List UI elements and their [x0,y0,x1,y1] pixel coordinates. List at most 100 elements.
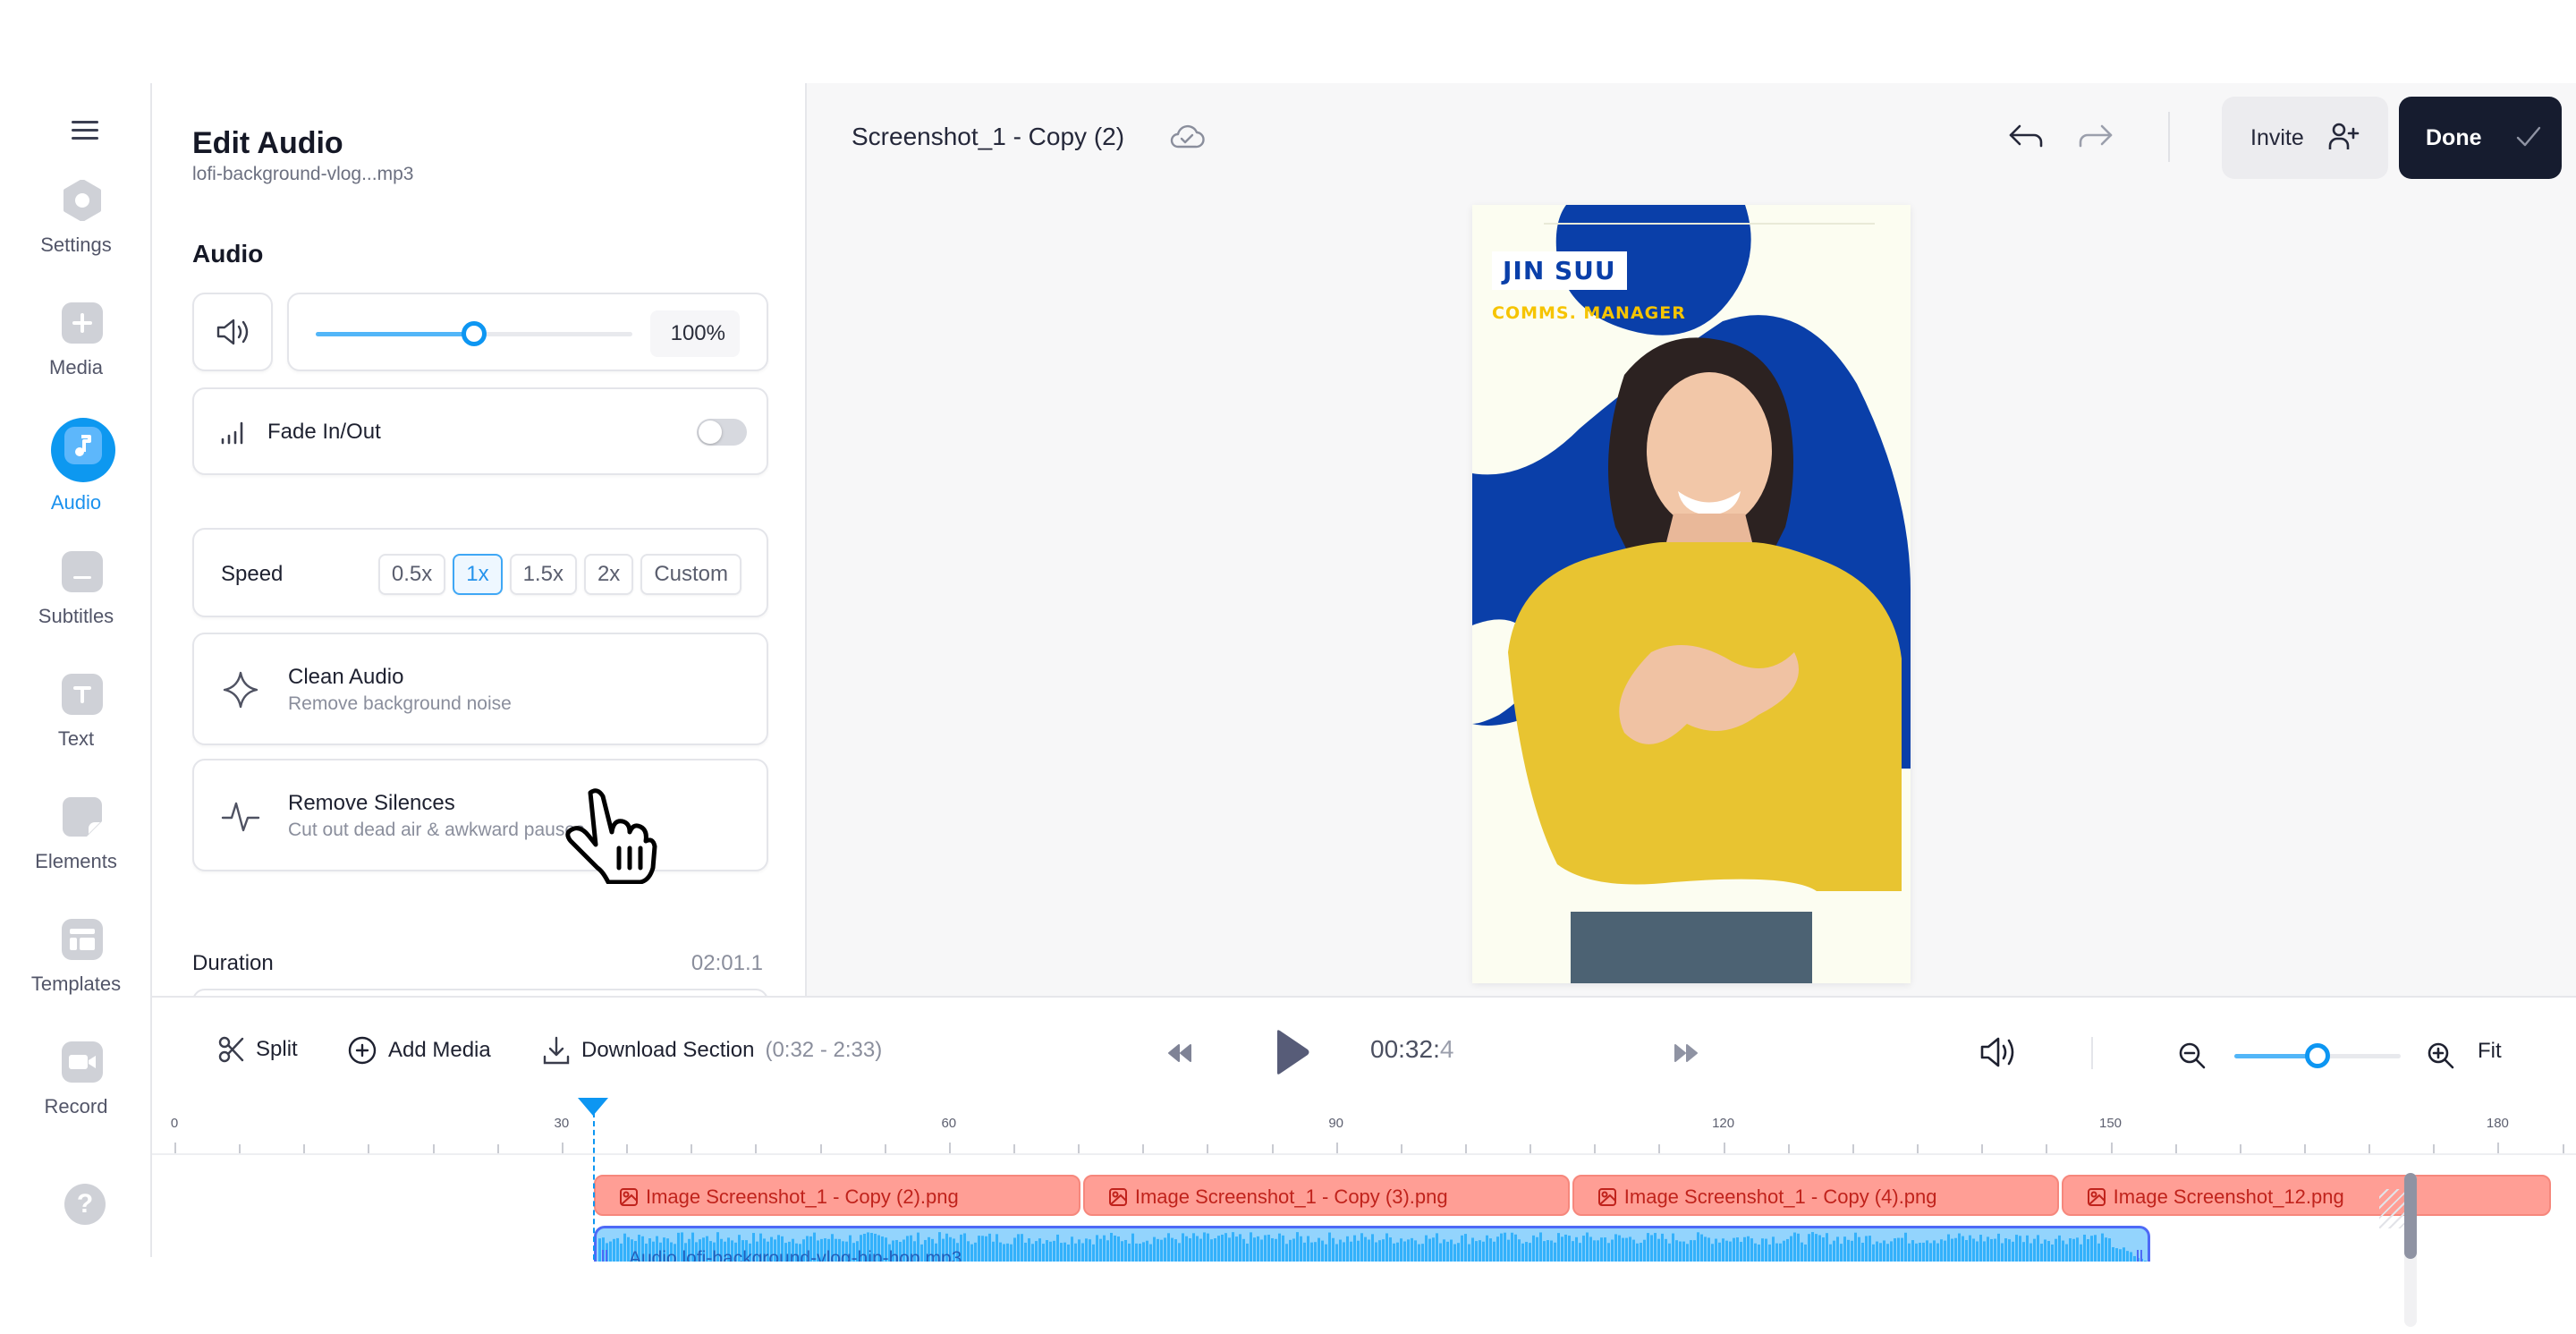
zoom-in-icon[interactable] [2426,1041,2456,1071]
add-media-button[interactable]: Add Media [347,1035,491,1066]
sidebar-item-record[interactable]: Record [0,1041,152,1149]
download-range: (0:32 - 2:33) [765,1038,883,1062]
ruler-tick [2239,1144,2241,1153]
play-icon[interactable] [1272,1028,1311,1076]
hamburger-menu-icon[interactable] [72,121,98,140]
volume-slider-thumb[interactable] [462,321,487,346]
audio-trim-handle-left[interactable] [601,1250,607,1262]
help-icon[interactable]: ? [64,1184,106,1225]
preview-area: Screenshot_1 - Copy (2) Invite Done JIN … [807,83,2576,996]
fast-forward-icon[interactable] [1673,1042,1699,1064]
sidebar-item-templates[interactable]: Templates [0,919,152,1026]
sidebar-item-text[interactable]: Text [0,674,152,781]
ruler-tick [2368,1144,2371,1153]
audio-clip[interactable]: Audio lofi-background-vlog-hip-hop.mp3 [593,1226,2151,1262]
volume-control: 100% [287,293,768,371]
sidebar-item-settings[interactable]: Settings [0,180,152,287]
sidebar-item-label: Elements [35,850,117,872]
music-note-icon [64,427,102,464]
role-text[interactable]: COMMS. MANAGER [1492,303,1686,323]
fade-toggle[interactable] [697,419,747,446]
plus-icon [62,302,103,344]
audio-section-heading: Audio [192,240,264,268]
scrollbar-thumb[interactable] [2404,1173,2417,1259]
volume-slider[interactable] [316,321,632,346]
image-clip[interactable]: Image Screenshot_1 - Copy (2).png [593,1175,1080,1216]
rewind-icon[interactable] [1166,1042,1193,1064]
done-button[interactable]: Done [2399,97,2562,179]
ruler-tick [2497,1143,2500,1153]
timeline-vertical-scrollbar[interactable] [2404,1173,2417,1327]
ruler-tick [1271,1144,1274,1153]
audio-clip-label: Audio lofi-background-vlog-hip-hop.mp3 [628,1248,962,1262]
sidebar-item-label: Subtitles [38,605,114,627]
ruler-label: 180 [2486,1116,2509,1131]
settings-icon [62,180,103,221]
audio-trim-handle-right[interactable] [2137,1250,2143,1262]
sidebar-item-media[interactable]: Media [0,302,152,410]
hand-pointer-cursor-icon [565,788,657,884]
speed-option-custom[interactable]: Custom [640,554,741,595]
feature-subtitle: Cut out dead air & awkward pauses [288,820,585,840]
ruler-tick [1465,1144,1467,1153]
image-icon [1108,1188,1127,1206]
cloud-check-icon[interactable] [1169,123,1205,151]
speed-option-0-5x[interactable]: 0.5x [377,554,446,595]
speed-option-1-5x[interactable]: 1.5x [509,554,577,595]
ruler-tick [1078,1144,1080,1153]
ruler-tick [2046,1144,2048,1153]
waveform-pulse-icon [221,802,260,832]
header-divider [2168,112,2170,162]
image-clip[interactable]: Image Screenshot_12.png [2061,1175,2551,1216]
image-clip[interactable]: Image Screenshot_1 - Copy (3).png [1082,1175,1570,1216]
split-label: Split [256,1037,298,1061]
feature-title: Remove Silences [288,791,455,815]
ruler-tick [2433,1144,2436,1153]
timeline: Split Add Media Download Section (0:32 -… [152,996,2576,1262]
duration-label: Duration [192,951,274,975]
document-title[interactable]: Screenshot_1 - Copy (2) [852,123,1124,151]
zoom-slider-thumb[interactable] [2305,1043,2330,1068]
time-ruler[interactable]: 0 30 60 90 120 150 180 [152,1105,2576,1155]
remove-silences-button[interactable]: Remove Silences Cut out dead air & awkwa… [192,759,768,871]
speed-row: Speed 0.5x 1x 1.5x 2x Custom [192,528,768,617]
download-icon [543,1036,570,1065]
timeline-volume-icon[interactable] [1979,1035,2018,1069]
fit-button[interactable]: Fit [2478,1039,2502,1064]
sidebar-item-label: Audio [50,491,102,514]
duration-value: 02:01.1 [691,951,763,975]
video-canvas[interactable]: JIN SUU COMMS. MANAGER [1472,205,1911,983]
download-section-button[interactable]: Download Section (0:32 - 2:33) [542,1035,882,1066]
clip-label: Image Screenshot_12.png [2113,1185,2344,1208]
ruler-tick [819,1144,822,1153]
duration-card [192,989,768,996]
clean-audio-button[interactable]: Clean Audio Remove background noise [192,633,768,745]
done-label: Done [2426,125,2482,150]
timeline-zoom-slider[interactable] [2234,1043,2401,1068]
sidebar-item-audio[interactable]: Audio [0,418,152,536]
ruler-tick [948,1143,951,1153]
split-button[interactable]: Split [218,1035,298,1064]
ruler-end-hatch [2379,1189,2404,1228]
invite-button[interactable]: Invite [2222,97,2388,179]
panel-title: Edit Audio [192,126,343,160]
speed-option-1x[interactable]: 1x [453,554,503,595]
undo-icon[interactable] [2005,119,2046,155]
name-text[interactable]: JIN SUU [1492,251,1627,290]
ruler-tick [1207,1144,1209,1153]
volume-percent-input[interactable]: 100% [650,310,740,357]
zoom-out-icon[interactable] [2177,1041,2207,1071]
clip-label: Image Screenshot_1 - Copy (3).png [1134,1185,1448,1208]
sidebar-item-label: Record [44,1095,108,1117]
elements-icon [62,796,103,837]
ruler-tick [2303,1144,2306,1153]
image-clip[interactable]: Image Screenshot_1 - Copy (4).png [1572,1175,2059,1216]
mute-toggle-button[interactable] [192,293,273,371]
speed-option-2x[interactable]: 2x [583,554,634,595]
ruler-tick [884,1144,886,1153]
redo-icon[interactable] [2075,119,2116,155]
ruler-tick [2110,1143,2113,1153]
sidebar-item-subtitles[interactable]: Subtitles [0,551,152,659]
ruler-label: 0 [170,1116,179,1131]
sidebar-item-elements[interactable]: Elements [0,796,152,904]
